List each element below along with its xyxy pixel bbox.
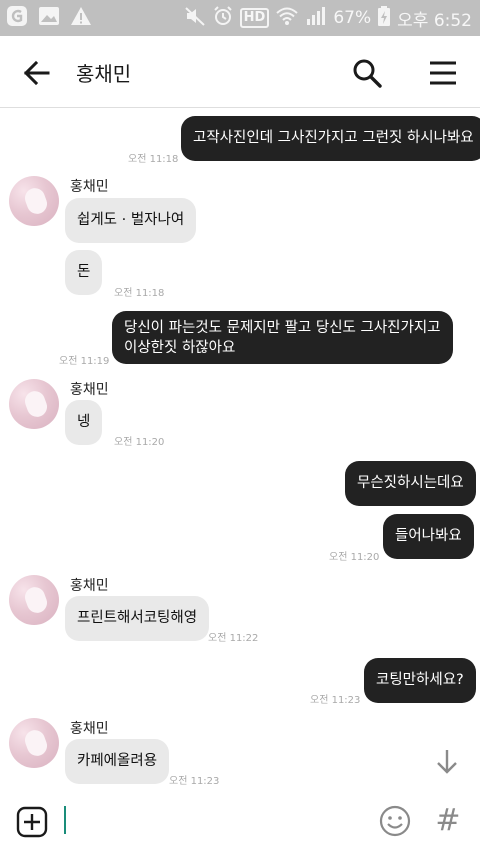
message-time: 오전 11:18 — [114, 288, 165, 299]
plus-square-icon — [16, 806, 48, 838]
avatar[interactable] — [9, 575, 59, 625]
battery-percent: 67% — [333, 8, 372, 28]
sender-name: 홍채민 — [70, 578, 109, 594]
chat-header: 홍채민 — [0, 36, 480, 108]
sender-name: 홍채민 — [70, 721, 109, 737]
search-button[interactable] — [350, 56, 384, 90]
battery-charging-icon — [377, 5, 391, 32]
warning-icon — [70, 5, 92, 27]
outgoing-message[interactable]: 들어나봐요 — [383, 514, 474, 559]
message-time: 오전 11:20 — [114, 437, 165, 448]
incoming-message[interactable]: 카페에올려용 — [65, 739, 170, 784]
message-line: 당신이 파는것도 문제지만 팔고 당신도 그사진가지고 — [124, 320, 441, 336]
add-attachment-button[interactable] — [16, 806, 48, 838]
status-bar: HD 67% 오후 6:52 — [0, 0, 480, 36]
hash-icon[interactable]: # — [432, 804, 464, 838]
app-notification-icon — [6, 5, 28, 27]
incoming-message[interactable]: 돈 — [65, 250, 103, 295]
avatar[interactable] — [9, 379, 59, 429]
avatar[interactable] — [9, 718, 59, 768]
clock: 오후 6:52 — [397, 10, 472, 31]
chat-title: 홍채민 — [76, 62, 132, 86]
signal-icon — [305, 5, 327, 32]
hamburger-menu-icon — [430, 61, 456, 85]
gallery-icon — [38, 5, 60, 27]
composer-bar: # — [0, 792, 480, 852]
message-time: 오전 11:23 — [310, 695, 361, 706]
smiley-icon — [379, 805, 411, 837]
message-input[interactable] — [60, 804, 360, 840]
arrow-down-icon — [437, 750, 457, 774]
message-time: 오전 11:23 — [169, 776, 220, 787]
back-button[interactable] — [20, 56, 54, 90]
text-cursor — [64, 806, 66, 834]
incoming-message[interactable]: 프린트해서코팅해영 — [65, 596, 210, 641]
outgoing-message[interactable]: 고작사진인데 그사진가지고 그런짓 하시나봐요 — [181, 116, 480, 161]
message-time: 오전 11:22 — [208, 633, 259, 644]
incoming-message[interactable]: 쉽게도 · 벌자나여 — [65, 198, 197, 243]
scroll-to-bottom-button[interactable] — [432, 744, 462, 778]
emoji-button[interactable] — [378, 804, 412, 838]
arrow-left-icon — [23, 60, 50, 86]
message-line: 이상한짓 하잖아요 — [124, 340, 236, 356]
message-time: 오전 11:20 — [329, 552, 380, 563]
search-icon — [353, 59, 382, 88]
message-time: 오전 11:19 — [59, 356, 110, 367]
mute-icon — [184, 5, 206, 32]
sender-name: 홍채민 — [70, 179, 109, 195]
incoming-message[interactable]: 넹 — [65, 400, 103, 445]
outgoing-message[interactable]: 무슨짓하시는데요 — [345, 461, 476, 506]
message-time: 오전 11:18 — [128, 154, 179, 165]
wifi-icon — [275, 5, 299, 32]
alarm-icon — [212, 5, 234, 32]
menu-button[interactable] — [426, 56, 460, 90]
sender-name: 홍채민 — [70, 382, 109, 398]
avatar[interactable] — [9, 176, 59, 226]
outgoing-message[interactable]: 코팅만하세요? — [364, 658, 476, 703]
hd-voice-badge: HD — [239, 8, 270, 28]
outgoing-message[interactable]: 당신이 파는것도 문제지만 팔고 당신도 그사진가지고 이상한짓 하잖아요 — [112, 311, 453, 364]
